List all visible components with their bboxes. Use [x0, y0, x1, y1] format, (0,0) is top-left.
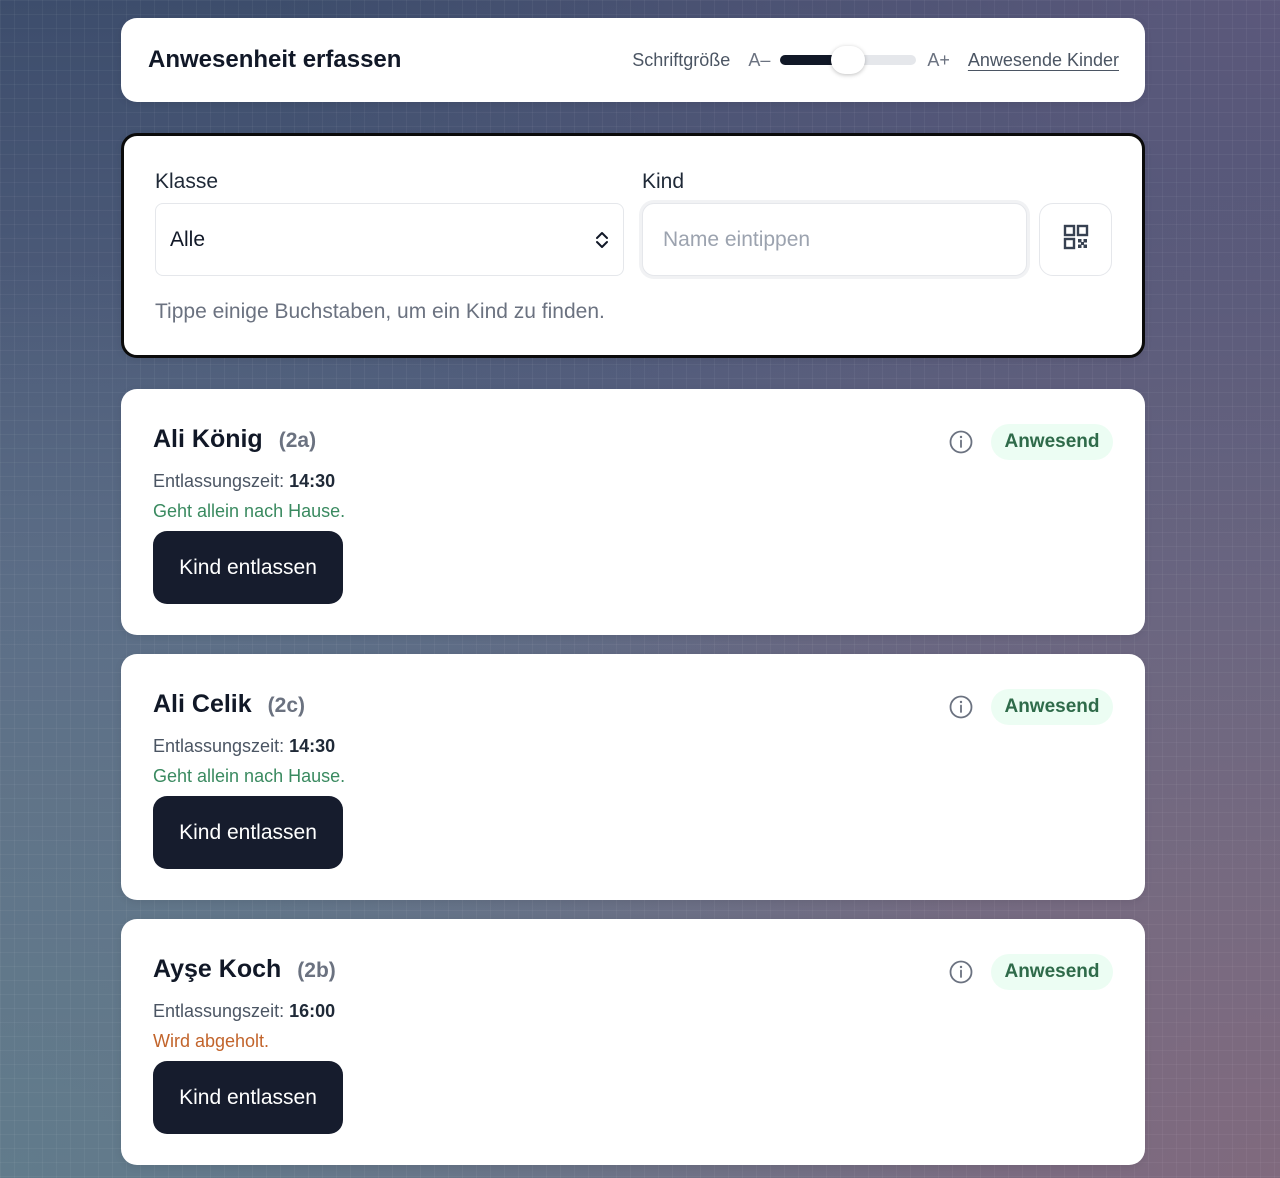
child-name-text: Ayşe Koch — [153, 955, 282, 983]
child-class: (2c) — [267, 694, 306, 717]
pickup-note: Geht allein nach Hause. — [153, 501, 346, 521]
status-badge: Anwesend — [991, 689, 1113, 725]
dismiss-child-button[interactable]: Kind entlassen — [153, 531, 343, 604]
info-icon[interactable] — [948, 694, 974, 720]
pickup-note: Wird abgeholt. — [153, 1031, 270, 1051]
info-icon[interactable] — [948, 959, 974, 985]
font-size-large-label: A+ — [927, 49, 950, 70]
child-label: Kind — [642, 170, 685, 193]
select-arrows-icon — [595, 230, 609, 250]
child-name-text: Ali König — [153, 425, 263, 453]
child-card: Ayşe Koch (2b) Anwesend Entlassungszeit: … — [121, 919, 1145, 1165]
search-panel: Klasse Kind Alle Tippe einige Buchs — [121, 133, 1145, 358]
top-bar: Anwesenheit erfassen Schriftgröße A– A+ … — [121, 18, 1145, 102]
child-card: Ali Celik (2c) Anwesend Entlassungszeit: … — [121, 654, 1145, 900]
font-size-small-label: A– — [748, 49, 771, 70]
dismissal-label: Entlassungszeit: — [153, 471, 285, 491]
child-name: Ali Celik (2c) — [153, 690, 305, 719]
font-size-slider[interactable] — [780, 46, 917, 74]
dismissal-label: Entlassungszeit: — [153, 1001, 285, 1021]
pickup-note: Geht allein nach Hause. — [153, 766, 346, 786]
class-select-value: Alle — [170, 227, 206, 251]
child-class: (2b) — [297, 959, 336, 982]
child-name-input[interactable] — [642, 203, 1027, 276]
child-card: Ali König (2a) Anwesend Entlassungszeit: … — [121, 389, 1145, 635]
dismissal-time-value: 16:00 — [289, 1001, 336, 1021]
dismiss-child-button[interactable]: Kind entlassen — [153, 1061, 343, 1134]
info-icon[interactable] — [948, 429, 974, 455]
child-class: (2a) — [278, 429, 317, 452]
present-children-link[interactable]: Anwesende Kinder — [968, 50, 1119, 71]
dismissal-time: Entlassungszeit: 16:00 — [153, 1001, 335, 1022]
dismiss-child-button[interactable]: Kind entlassen — [153, 796, 343, 869]
dismissal-time: Entlassungszeit: 14:30 — [153, 736, 335, 757]
child-name: Ayşe Koch (2b) — [153, 955, 336, 984]
qr-code-icon — [1063, 224, 1089, 255]
qr-scan-button[interactable] — [1039, 203, 1112, 276]
font-size-label: Schriftgröße — [632, 49, 731, 70]
dismissal-time-value: 14:30 — [289, 736, 336, 756]
dismissal-time: Entlassungszeit: 14:30 — [153, 471, 335, 492]
class-label: Klasse — [155, 170, 219, 193]
child-name-text: Ali Celik — [153, 690, 252, 718]
dismissal-time-value: 14:30 — [289, 471, 336, 491]
child-name: Ali König (2a) — [153, 425, 316, 454]
page-title: Anwesenheit erfassen — [148, 46, 402, 73]
search-hint: Tippe einige Buchstaben, um ein Kind zu … — [155, 300, 605, 323]
class-select[interactable]: Alle — [155, 203, 624, 276]
dismissal-label: Entlassungszeit: — [153, 736, 285, 756]
status-badge: Anwesend — [991, 424, 1113, 460]
slider-thumb[interactable] — [831, 46, 866, 74]
status-badge: Anwesend — [991, 954, 1113, 990]
